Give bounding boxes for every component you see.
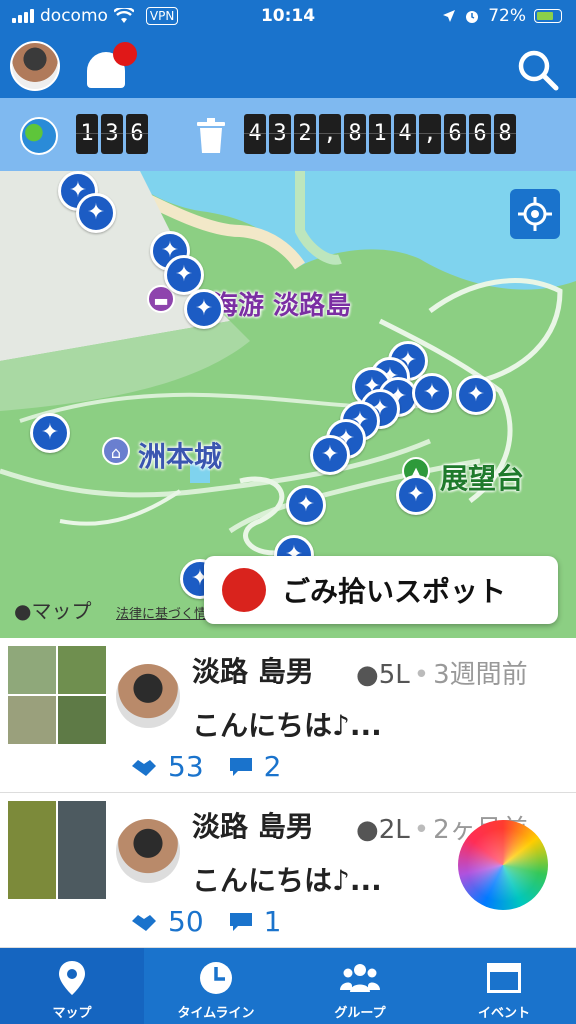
post-time: 3週間前 (433, 660, 528, 690)
trash-bag-small-icon: ● (356, 815, 379, 845)
participant-digit: 3 (101, 114, 123, 154)
trash-digit: 3 (269, 114, 291, 154)
map-marker[interactable]: ✦ (30, 413, 70, 453)
tab-label: イベント (477, 1006, 530, 1021)
avatar[interactable] (116, 664, 180, 728)
thanks-count: 50 (168, 905, 204, 938)
tab-group[interactable]: グループ (288, 948, 432, 1024)
participant-digit: 1 (76, 114, 98, 154)
thanks-count: 53 (168, 750, 204, 783)
trash-digit: 6 (469, 114, 491, 154)
pickup-action-button[interactable] (458, 820, 548, 910)
post-text: こんにちは♪... (192, 864, 382, 897)
handshake-icon[interactable] (130, 756, 158, 778)
post-text: こんにちは♪... (192, 709, 382, 742)
notification-badge (113, 42, 137, 66)
comment-count: 1 (263, 905, 282, 938)
group-icon (340, 964, 380, 992)
map-marker[interactable]: ✦ (412, 373, 452, 413)
trash-digit: 1 (369, 114, 391, 154)
map-marker[interactable]: ✦ (184, 289, 224, 329)
maps-attribution-text: マップ (31, 599, 92, 623)
comment-count: 2 (263, 750, 282, 783)
tab-bar: マップ タイムライン グループ イベント (0, 948, 576, 1024)
trash-digit: , (419, 114, 441, 154)
trash-digit: 8 (344, 114, 366, 154)
post-stats: 53 2 (130, 750, 281, 783)
calendar-icon (487, 963, 521, 993)
post-user-name: 淡路 島男 (192, 655, 314, 688)
notification-bell-icon[interactable] (85, 42, 137, 90)
participant-digit: 6 (126, 114, 148, 154)
apple-logo-icon: ● (14, 599, 32, 623)
map[interactable]: ▬ 海游 淡路島 ⌂ 洲本城 ▲ 展望台 ✦ ✦ ✦ ✦ ✦ ✦ ✦ ✦ ✦ ✦… (0, 171, 576, 638)
trash-digit: 4 (244, 114, 266, 154)
alarm-icon (466, 11, 479, 23)
tab-label: マップ (52, 1006, 92, 1021)
map-pin-icon (59, 961, 85, 995)
trash-digit: 8 (494, 114, 516, 154)
search-icon[interactable] (516, 48, 560, 92)
map-marker[interactable]: ✦ (286, 485, 326, 525)
trash-icon (197, 118, 225, 153)
handshake-icon[interactable] (130, 911, 158, 933)
post-meta: ●5L • 3週間前 (356, 660, 528, 690)
post-amount: 2L (378, 815, 410, 845)
comment-icon[interactable] (228, 911, 254, 933)
post-card[interactable]: 淡路 島男 ●5L • 3週間前 こんにちは♪... 53 2 (0, 638, 576, 793)
tab-map[interactable]: マップ (0, 948, 144, 1024)
map-label-castle: 洲本城 (138, 440, 223, 473)
legal-link[interactable]: 法律に基づく情 (116, 603, 207, 622)
map-marker[interactable]: ✦ (396, 475, 436, 515)
map-marker[interactable]: ✦ (76, 193, 116, 233)
post-amount: 5L (378, 660, 410, 690)
castle-icon: ⌂ (102, 437, 130, 465)
map-marker[interactable]: ✦ (456, 375, 496, 415)
comment-icon[interactable] (228, 756, 254, 778)
battery-percent: 72% (488, 6, 526, 26)
battery-icon (534, 9, 562, 23)
profile-avatar[interactable] (10, 41, 60, 91)
map-marker[interactable]: ✦ (310, 435, 350, 475)
trash-digit: 2 (294, 114, 316, 154)
tab-label: タイムライン (177, 1006, 255, 1021)
clock-icon (200, 962, 232, 994)
maps-attribution: ●マップ (14, 595, 91, 624)
location-arrow-icon (443, 10, 456, 22)
map-label-observatory: 展望台 (440, 462, 525, 495)
trash-digit: 4 (394, 114, 416, 154)
post-photos[interactable] (8, 646, 106, 744)
status-bar: docomo VPN 10:14 72% (0, 0, 576, 34)
tab-event[interactable]: イベント (432, 948, 576, 1024)
spot-button-label: ごみ拾いスポット (282, 575, 507, 608)
tab-timeline[interactable]: タイムライン (144, 948, 288, 1024)
trash-pickup-spot-button[interactable]: ごみ拾いスポット (204, 556, 558, 624)
locate-me-icon[interactable] (510, 189, 560, 239)
trash-bag-icon (222, 568, 266, 612)
trash-bag-small-icon: ● (356, 660, 379, 690)
post-photos[interactable] (8, 801, 106, 899)
avatar[interactable] (116, 819, 180, 883)
post-user-name: 淡路 島男 (192, 810, 314, 843)
trash-digit: 6 (444, 114, 466, 154)
participant-counter: 136 (76, 114, 148, 154)
tab-label: グループ (334, 1006, 386, 1021)
trash-counter: 432,814,668 (244, 114, 516, 154)
map-label-hotel: 海游 淡路島 (212, 291, 352, 321)
globe-icon (20, 117, 58, 155)
trash-digit: , (319, 114, 341, 154)
post-stats: 50 1 (130, 905, 281, 938)
